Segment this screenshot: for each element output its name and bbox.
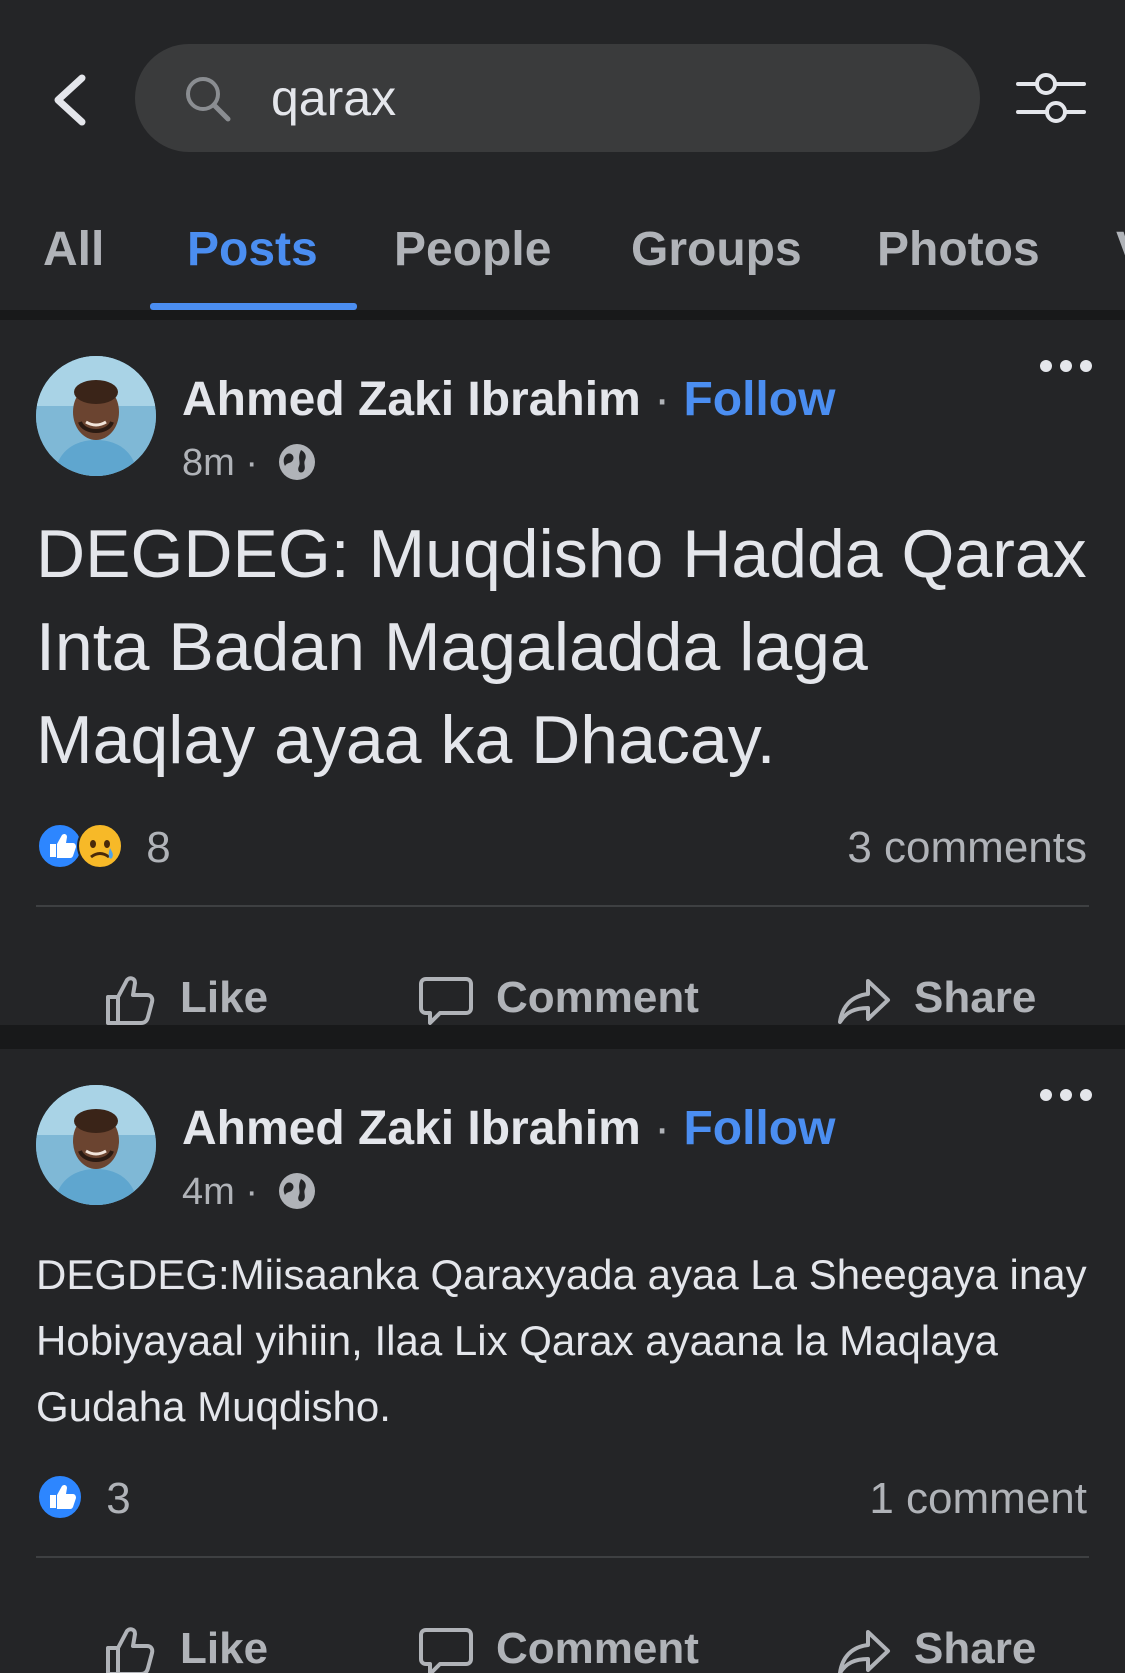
post-meta: 4m · (182, 1167, 317, 1217)
tab-videos[interactable]: V (1116, 220, 1125, 280)
comments-count[interactable]: 3 comments (847, 822, 1087, 874)
post-time[interactable]: 4m (182, 1171, 235, 1213)
tab-posts[interactable]: Posts (187, 220, 318, 280)
comment-icon (419, 1628, 473, 1673)
follow-button[interactable]: Follow (683, 1102, 835, 1155)
post-author-line: Ahmed Zaki Ibrahim · Follow (182, 370, 835, 430)
comment-button[interactable]: Comment (418, 968, 738, 1028)
like-label: Like (180, 1624, 269, 1673)
share-icon (838, 979, 890, 1024)
filter-button[interactable] (1014, 68, 1088, 128)
post-card: Ahmed Zaki Ibrahim · Follow 4m · DEGDEG:… (0, 1049, 1125, 1673)
thumbs-up-icon (106, 976, 155, 1025)
share-icon (838, 1630, 890, 1673)
comments-count[interactable]: 1 comment (869, 1473, 1087, 1525)
profile-photo (36, 356, 156, 476)
share-button[interactable]: Share (836, 1619, 1076, 1673)
share-label: Share (914, 1624, 1037, 1673)
reactions-summary[interactable]: 3 (36, 1473, 131, 1525)
sad-reaction-icon (77, 823, 123, 870)
profile-photo (36, 1085, 156, 1205)
post-text: DEGDEG: Muqdisho Hadda Qarax Inta Badan … (36, 516, 1087, 778)
divider (36, 905, 1089, 907)
reaction-count: 3 (106, 1474, 131, 1523)
follow-button[interactable]: Follow (683, 373, 835, 426)
comment-icon (419, 977, 473, 1025)
share-button[interactable]: Share (836, 968, 1076, 1028)
like-button[interactable]: Like (102, 968, 302, 1028)
tab-all[interactable]: All (43, 220, 104, 280)
post-author-line: Ahmed Zaki Ibrahim · Follow (182, 1099, 835, 1159)
avatar[interactable] (36, 1085, 156, 1205)
comment-button[interactable]: Comment (418, 1619, 738, 1673)
separator-dot: · (245, 442, 259, 484)
divider (36, 1556, 1089, 1558)
active-tab-indicator (150, 303, 357, 310)
like-button[interactable]: Like (102, 1619, 302, 1673)
divider (0, 310, 1125, 320)
reaction-count: 8 (146, 823, 171, 872)
search-icon (186, 77, 231, 122)
chevron-left-icon (54, 74, 86, 126)
more-options-icon[interactable] (1038, 1085, 1094, 1105)
post-time[interactable]: 8m (182, 442, 235, 484)
like-reaction-icon (37, 1474, 83, 1521)
reactions-summary[interactable]: 8 (36, 822, 171, 874)
search-input[interactable] (271, 66, 921, 130)
separator-dot: · (654, 373, 671, 426)
comment-label: Comment (496, 1624, 699, 1673)
divider (0, 1025, 1125, 1049)
post-card: Ahmed Zaki Ibrahim · Follow 8m · DEGDEG:… (0, 320, 1125, 1025)
like-label: Like (180, 973, 269, 1022)
comment-label: Comment (496, 973, 699, 1022)
globe-icon (278, 1172, 315, 1209)
globe-icon (278, 443, 315, 480)
post-meta: 8m · (182, 438, 317, 488)
tab-groups[interactable]: Groups (631, 220, 802, 280)
separator-dot: · (654, 1102, 671, 1155)
author-name[interactable]: Ahmed Zaki Ibrahim (182, 373, 641, 426)
search-tabs: All Posts People Groups Photos V (0, 200, 1125, 310)
tab-people[interactable]: People (394, 220, 551, 280)
author-name[interactable]: Ahmed Zaki Ibrahim (182, 1102, 641, 1155)
post-text: DEGDEG:Miisaanka Qaraxyada ayaa La Sheeg… (36, 1251, 1087, 1430)
back-button[interactable] (48, 72, 98, 128)
tab-photos[interactable]: Photos (877, 220, 1040, 280)
search-header (0, 0, 1125, 200)
more-options-icon[interactable] (1038, 356, 1094, 376)
avatar[interactable] (36, 356, 156, 476)
share-label: Share (914, 973, 1037, 1022)
search-bar[interactable] (135, 44, 980, 152)
thumbs-up-icon (106, 1627, 155, 1673)
separator-dot: · (245, 1171, 259, 1213)
sliders-icon (1016, 73, 1086, 123)
